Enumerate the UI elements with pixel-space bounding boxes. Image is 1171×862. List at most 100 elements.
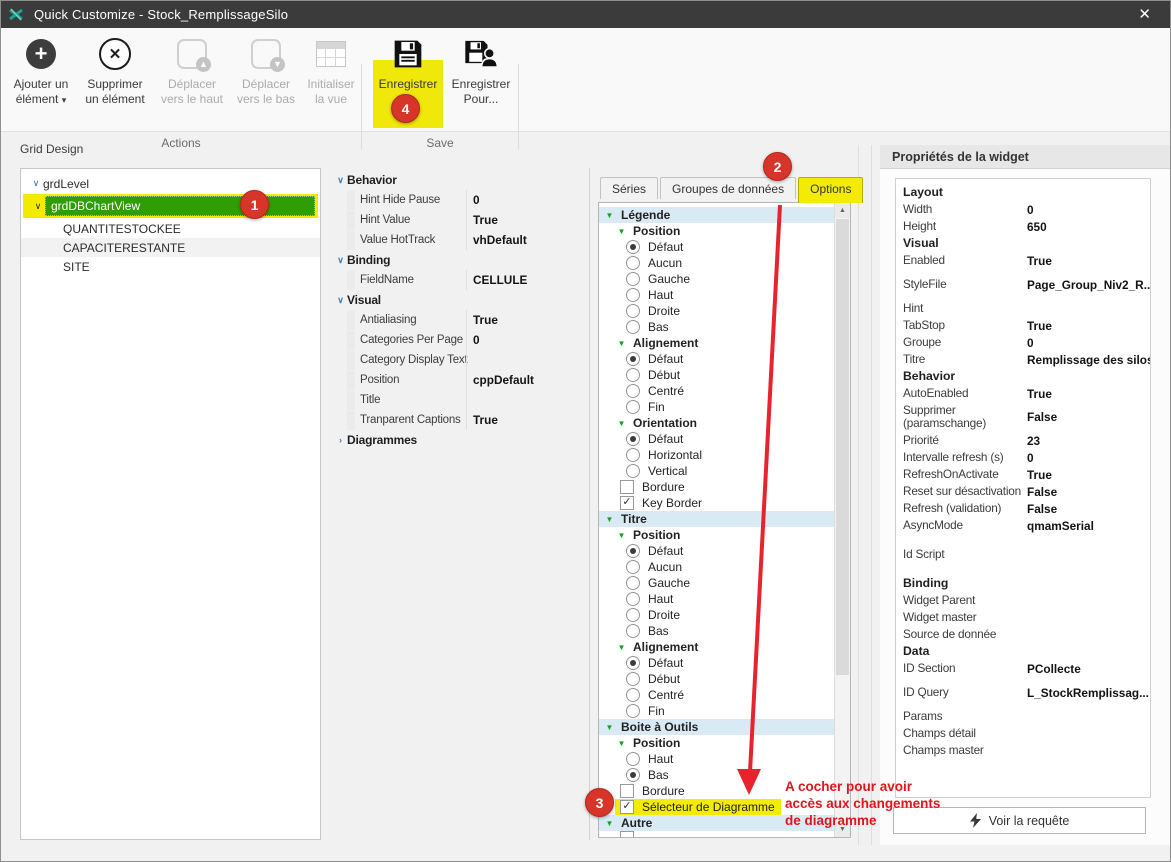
radio-icon[interactable] [626,544,640,558]
options-tree-row[interactable]: ▼ Boite à Outils [599,719,835,735]
widget-property-row[interactable]: Hint [903,300,1150,317]
radio-icon[interactable] [626,624,640,638]
panel-splitter[interactable] [589,168,590,840]
widget-property-value[interactable]: False [1027,502,1057,516]
widget-property-row[interactable]: Enabled True [903,252,1150,269]
save-for-button[interactable]: Enregistrer Pour... [447,34,515,107]
scroll-up-icon[interactable]: ▲ [835,203,850,218]
checkbox-icon[interactable] [620,784,634,798]
radio-icon[interactable] [626,352,640,366]
widget-property-row[interactable]: Behavior [903,368,1150,385]
checkbox-icon[interactable] [620,480,634,494]
options-tree-row[interactable]: ▼ Haut [599,287,835,303]
property-row[interactable]: Hint Hide Pause 0 [332,190,588,210]
tree-row[interactable]: CAPACITERESTANTE [21,238,320,257]
widget-property-row[interactable]: Widget Parent [903,592,1150,609]
radio-icon[interactable] [626,240,640,254]
tree-row[interactable]: ∨ grdLevel [21,174,320,193]
close-icon[interactable]: ✕ [1132,3,1157,25]
property-value[interactable]: True [466,210,588,230]
options-tree-row[interactable]: ▼ Défaut [599,655,835,671]
checkbox-icon[interactable] [620,800,634,814]
options-tree-row[interactable]: ▼ Aucun [599,255,835,271]
property-value[interactable]: 0 [466,190,588,210]
radio-icon[interactable] [626,288,640,302]
tree-row[interactable]: ∨ grdDBChartView [23,194,318,218]
radio-icon[interactable] [626,432,640,446]
radio-icon[interactable] [626,320,640,334]
options-tree-row[interactable]: ▼ Début [599,367,835,383]
widget-property-value[interactable]: True [1027,254,1052,268]
expand-arrow-icon[interactable]: ▼ [604,723,615,732]
property-row[interactable]: Tranparent Captions True [332,410,588,430]
options-tree-row[interactable]: ▼ Aucun [599,559,835,575]
property-row[interactable]: Title [332,390,588,410]
init-view-button[interactable]: Initialiser la vue [302,34,360,107]
widget-property-value[interactable]: 0 [1027,203,1034,217]
options-tree-row[interactable]: ▼ Alignement [599,639,835,655]
options-tree-row[interactable]: ▼ Défaut [599,351,835,367]
radio-icon[interactable] [626,608,640,622]
options-tree-row[interactable]: ▼ Défaut [599,431,835,447]
widget-property-row[interactable]: Width 0 [903,201,1150,218]
scrollbar[interactable]: ▲ ▼ [834,203,850,837]
chevron-icon[interactable]: ∨ [334,175,347,186]
options-tree-row[interactable]: ▼ Fin [599,703,835,719]
radio-icon[interactable] [626,672,640,686]
widget-property-row[interactable]: AsyncMode qmamSerial [903,517,1150,534]
checkbox-icon[interactable] [620,496,634,510]
options-tree-row[interactable]: ▼ Centré [599,687,835,703]
options-tree-row[interactable]: ▼ Début [599,671,835,687]
options-tree-row[interactable]: ▼ Position [599,223,835,239]
options-tree-row[interactable]: ▼ Fin [599,399,835,415]
widget-property-value[interactable]: True [1027,319,1052,333]
chevron-icon[interactable]: ∨ [334,295,347,306]
remove-item-button[interactable]: ✕ Supprimer un élément [79,34,151,107]
widget-property-row[interactable]: Champs détail [903,725,1150,742]
expand-arrow-icon[interactable]: ▼ [616,643,627,652]
options-tree-row[interactable]: ▼ Key Border [599,495,835,511]
move-up-button[interactable]: ▲ Déplacer vers le haut [155,34,229,107]
widget-property-value[interactable]: 650 [1027,220,1047,234]
tab[interactable]: Options [798,177,863,203]
expand-arrow-icon[interactable]: ▼ [616,227,627,236]
options-tree-row[interactable]: ▼ [599,831,835,838]
widget-property-row[interactable]: Source de donnée [903,626,1150,643]
add-item-button[interactable]: + Ajouter un élément ▾ [7,34,75,108]
property-row[interactable]: ∨ Binding [332,250,588,270]
widget-property-row[interactable]: Binding [903,575,1150,592]
widget-property-row[interactable] [903,677,1150,684]
panel-splitter[interactable] [858,145,859,845]
widget-property-value[interactable]: False [1027,485,1057,499]
widget-property-value[interactable]: L_StockRemplissag... [1027,686,1149,700]
radio-icon[interactable] [626,400,640,414]
move-down-button[interactable]: ▼ Déplacer vers le bas [231,34,301,107]
radio-icon[interactable] [626,448,640,462]
radio-icon[interactable] [626,304,640,318]
widget-property-row[interactable]: Supprimer (paramschange) False [903,402,1150,432]
radio-icon[interactable] [626,704,640,718]
widget-property-row[interactable] [903,293,1150,300]
expand-arrow-icon[interactable]: ▼ [616,531,627,540]
widget-property-row[interactable]: StyleFile Page_Group_Niv2_R... [903,276,1150,293]
property-value[interactable]: cppDefault [466,370,588,390]
widget-property-row[interactable] [903,269,1150,276]
expand-arrow-icon[interactable]: ▼ [616,339,627,348]
widget-property-value[interactable]: False [1027,410,1057,424]
radio-icon[interactable] [626,368,640,382]
widget-property-value[interactable]: Page_Group_Niv2_R... [1027,278,1151,292]
widget-property-row[interactable]: Id Script [903,546,1150,563]
widget-property-row[interactable]: Refresh (validation) False [903,500,1150,517]
property-row[interactable]: ∨ Behavior [332,170,588,190]
options-tree-row[interactable]: ▼ Vertical [599,463,835,479]
widget-property-row[interactable]: Intervalle refresh (s) 0 [903,449,1150,466]
property-value[interactable] [466,350,588,370]
chevron-down-icon[interactable]: ∨ [29,178,43,189]
widget-property-row[interactable]: Priorité 23 [903,432,1150,449]
property-value[interactable]: vhDefault [466,230,588,250]
options-tree-row[interactable]: ▼ Haut [599,751,835,767]
expand-arrow-icon[interactable]: ▼ [604,211,615,220]
property-row[interactable]: Position cppDefault [332,370,588,390]
widget-property-value[interactable]: True [1027,387,1052,401]
property-value[interactable]: True [466,310,588,330]
